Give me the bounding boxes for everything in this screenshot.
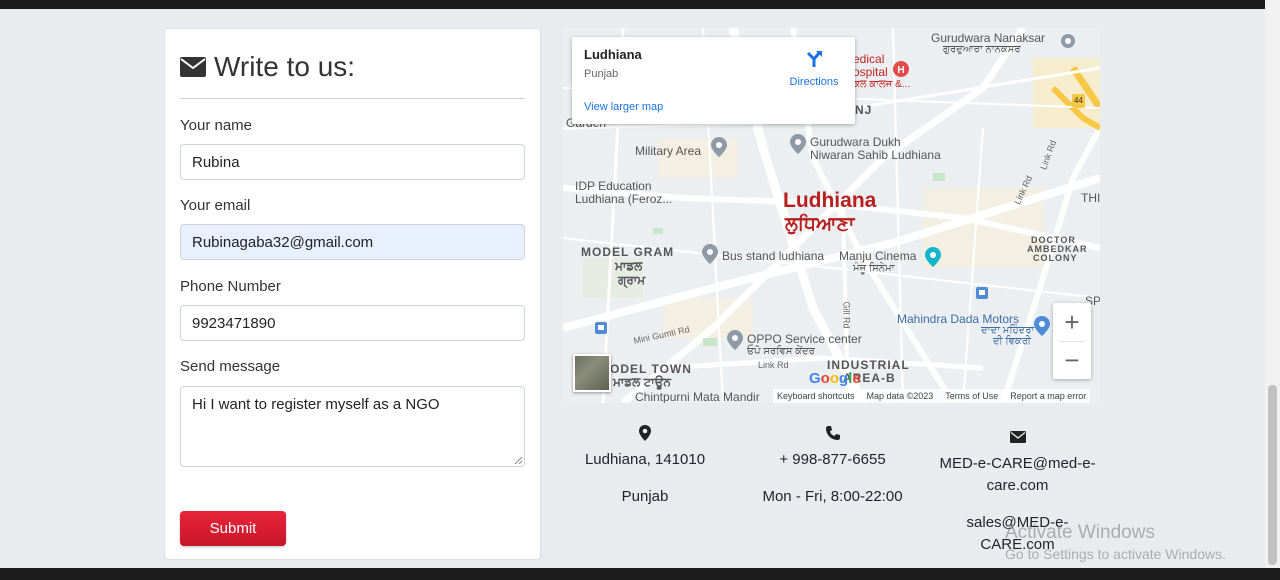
map-place-region: Punjab — [584, 68, 619, 80]
map-pin-icon[interactable] — [711, 137, 727, 157]
resize-grip-icon[interactable] — [514, 456, 522, 464]
map-pin-icon — [639, 425, 651, 441]
map-label-model-gram-local: ਮਾਡਲ — [615, 259, 643, 273]
map-label-idp: IDP Education — [575, 179, 652, 193]
hospital-icon[interactable]: H — [893, 60, 909, 80]
map-label-model-town-local: ਮਾਡਲ ਟਾਊਨ — [613, 375, 671, 389]
map-label-bus-stand: Bus stand ludhiana — [722, 249, 825, 263]
form-title: Write to us: — [180, 51, 355, 83]
scrollbar-thumb[interactable] — [1268, 385, 1277, 565]
map-label-gurudwara-dukh-2: Niwaran Sahib Ludhiana — [810, 148, 941, 162]
map-label-thi: THI — [1081, 191, 1100, 205]
map-place-name: Ludhiana — [584, 47, 642, 62]
keyboard-shortcuts-link[interactable]: Keyboard shortcuts — [777, 391, 855, 401]
map-label-manju-cinema-local: ਮੰਜੂ ਸਿਨੇਮਾ — [853, 263, 895, 274]
map-label-military-area: Military Area — [635, 144, 702, 158]
map-label-city: Ludhiana — [783, 189, 877, 212]
email-input[interactable]: Rubinagaba32@gmail.com — [180, 224, 525, 260]
map-label-hospital-local: ਕਲ ਕਾਲਜ &... — [853, 79, 911, 90]
svg-text:H: H — [897, 65, 904, 76]
activation-watermark-subtitle: Go to Settings to activate Windows. — [1005, 546, 1226, 562]
terms-link[interactable]: Terms of Use — [945, 391, 998, 401]
phone-block: + 998-877-6655 Mon - Fri, 8:00-22:00 — [755, 425, 910, 508]
form-title-text: Write to us: — [214, 51, 356, 82]
map-label-mahindra-local-2: ਦੀ ਵਿਕਰੀ — [993, 336, 1031, 347]
contact-form-card: Write to us: Your name Rubina Your email… — [164, 28, 541, 560]
zoom-in-button[interactable]: + — [1053, 303, 1091, 341]
map-label-gill-rd: Gill Rd — [841, 301, 852, 329]
bus-stop-icon[interactable] — [976, 287, 988, 299]
map-zoom-control: + − — [1053, 303, 1091, 379]
directions-button[interactable]: Directions — [784, 49, 844, 88]
top-bar — [0, 0, 1280, 9]
map-label-model-town: ODEL TOWN — [610, 362, 692, 376]
address-block: Ludhiana, 141010 Punjab — [580, 425, 710, 508]
bus-stop-icon[interactable] — [595, 322, 607, 334]
bottom-bar — [0, 568, 1280, 580]
map-label-idp-2: Ludhiana (Feroz... — [575, 192, 673, 206]
name-input[interactable]: Rubina — [180, 144, 525, 180]
view-larger-map-link[interactable]: View larger map — [584, 101, 663, 113]
directions-icon — [806, 51, 822, 67]
map-pin-icon[interactable] — [925, 247, 941, 267]
name-label: Your name — [180, 117, 252, 134]
address-line-1: Ludhiana, 141010 — [584, 451, 706, 468]
map-pin-icon[interactable] — [727, 330, 743, 350]
envelope-icon — [1009, 431, 1026, 443]
satellite-toggle[interactable] — [573, 354, 611, 392]
map-label-hospital: edical — [853, 52, 885, 66]
map-pin-icon[interactable] — [702, 244, 718, 264]
page-scrollbar[interactable] — [1265, 0, 1280, 568]
message-label: Send message — [180, 358, 281, 375]
map-label-colony: COLONY — [1033, 253, 1078, 263]
map-label-oppo: OPPO Service center — [747, 332, 862, 346]
submit-button[interactable]: Submit — [180, 511, 286, 546]
google-logo: Google — [809, 370, 861, 387]
address-line-2: Punjab — [621, 488, 669, 505]
activation-watermark-title: Activate Windows — [1005, 522, 1155, 543]
map-label-nj: NJ — [855, 103, 873, 117]
phone-input[interactable]: 9923471890 — [180, 305, 525, 341]
email-primary-line-2: care.com — [986, 477, 1049, 494]
message-textarea[interactable]: Hi I want to register myself as a NGO — [180, 386, 525, 467]
map-pin-icon[interactable] — [1034, 316, 1050, 336]
embedded-map[interactable]: Gurudwara Nanaksar ਗੁਰਦੁਆਰਾ ਨਾਨਕਸਰ edica… — [563, 28, 1100, 403]
map-label-gurudwara-nanaksar-local: ਗੁਰਦੁਆਰਾ ਨਾਨਕਸਰ — [943, 44, 1021, 55]
map-pin-icon[interactable] — [790, 134, 806, 154]
map-attribution: Keyboard shortcuts Map data ©2023 Terms … — [773, 389, 1091, 403]
directions-label: Directions — [789, 76, 839, 88]
phone-label: Phone Number — [180, 278, 281, 295]
map-label-oppo-local: ਓਪੋ ਸਰਵਿਸ ਕੇਂਦਰ — [747, 346, 815, 357]
phone-icon — [825, 426, 840, 440]
email-label: Your email — [180, 197, 251, 214]
map-label-manju-cinema: Manju Cinema — [839, 249, 917, 263]
map-data-text: Map data ©2023 — [866, 391, 934, 401]
business-hours: Mon - Fri, 8:00-22:00 — [762, 488, 903, 505]
highway-44-badge: 44 — [1072, 94, 1085, 108]
map-label-gurudwara-dukh: Gurudwara Dukh — [810, 135, 901, 149]
zoom-out-button[interactable]: − — [1053, 341, 1091, 379]
email-primary-line-1: MED-e-CARE@med-e- — [939, 455, 1096, 472]
map-label-chintpurni: Chintpurni Mata Mandir — [635, 390, 760, 403]
envelope-icon — [180, 57, 206, 77]
map-label-city-local: ਲੁਧਿਆਣਾ — [785, 214, 855, 235]
gurudwara-icon[interactable] — [1060, 32, 1076, 52]
map-label-hospital-2: ospital — [853, 65, 888, 79]
phone-number: + 998-877-6655 — [779, 451, 886, 468]
map-label-link-rd: Link Rd — [758, 360, 789, 370]
map-label-model-gram: MODEL GRAM — [581, 245, 675, 259]
map-label-model-gram-local-2: ਗ੍ਰਾਮ — [618, 273, 646, 287]
message-text: Hi I want to register myself as a NGO — [192, 396, 440, 413]
title-divider — [180, 98, 525, 99]
map-place-card: Ludhiana Punjab View larger map Directio… — [572, 37, 855, 124]
report-error-link[interactable]: Report a map error — [1010, 391, 1086, 401]
